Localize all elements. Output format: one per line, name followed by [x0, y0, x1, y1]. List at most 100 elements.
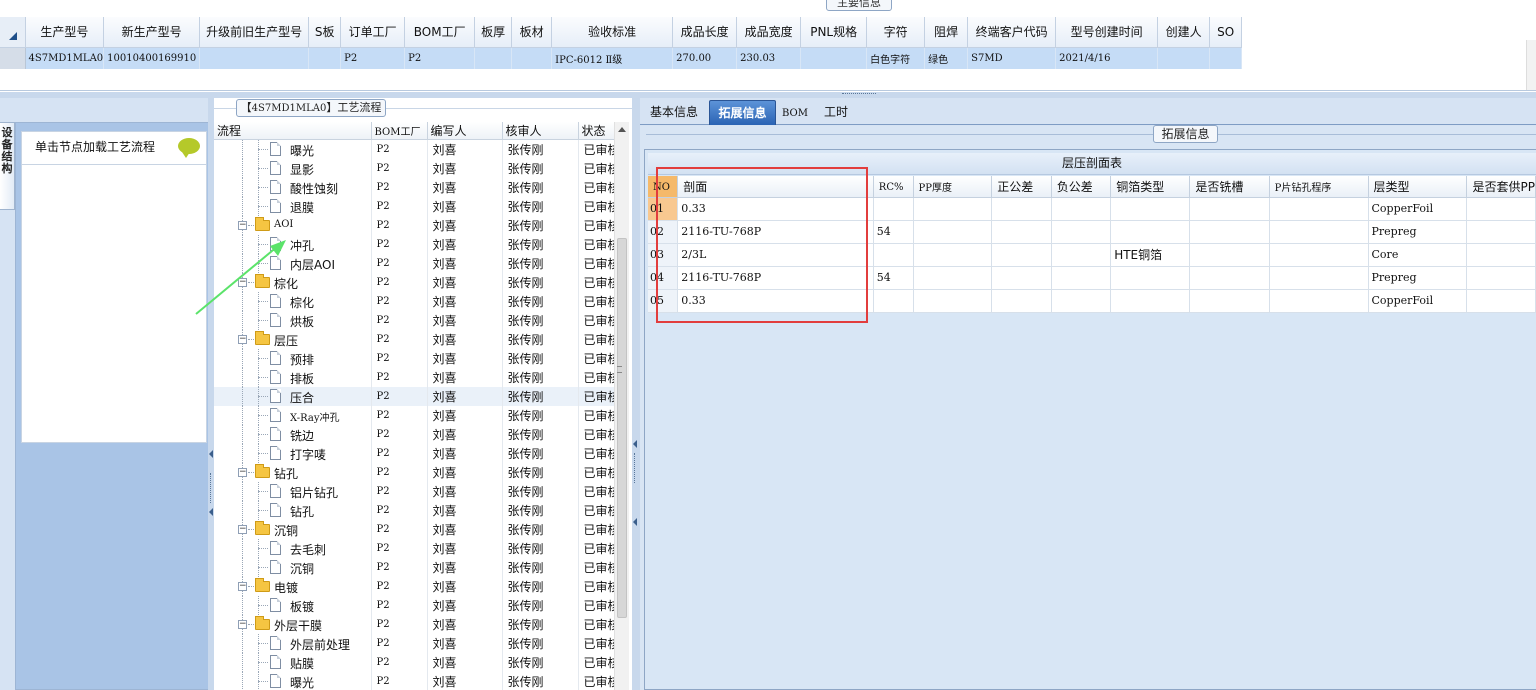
process-row[interactable]: 沉铜 P2 刘喜 张传刚 已审核 [214, 557, 621, 577]
reviewer-cell[interactable]: 张传刚 [502, 196, 579, 216]
process-tree-cell[interactable]: 酸性蚀刻 [214, 177, 372, 197]
bom-factory-cell[interactable]: P2 [371, 462, 428, 482]
process-row[interactable]: 排板 P2 刘喜 张传刚 已审核 [214, 367, 621, 387]
section-column-header[interactable]: 层类型 [1368, 176, 1468, 198]
tab-work-hours[interactable]: 工时 [818, 100, 854, 125]
process-row[interactable]: 去毛刺 P2 刘喜 张传刚 已审核 [214, 538, 621, 558]
section-cell[interactable] [1051, 289, 1112, 313]
collapse-toggle-icon[interactable]: − [238, 524, 247, 534]
process-tree-cell[interactable]: 退膜 [214, 196, 372, 216]
main-info-cell[interactable]: 2021/4/16 [1055, 47, 1159, 69]
reviewer-cell[interactable]: 张传刚 [502, 595, 579, 615]
reviewer-cell[interactable]: 张传刚 [502, 348, 579, 368]
writer-cell[interactable]: 刘喜 [427, 462, 503, 482]
bom-factory-cell[interactable]: P2 [371, 310, 428, 330]
section-cell[interactable] [1466, 289, 1536, 313]
process-tree-cell[interactable]: 曝光 [214, 671, 372, 690]
writer-cell[interactable]: 刘喜 [427, 215, 503, 235]
bom-factory-cell[interactable]: P2 [371, 215, 428, 235]
process-row[interactable]: 打字唛 P2 刘喜 张传刚 已审核 [214, 443, 621, 463]
writer-cell[interactable]: 刘喜 [427, 519, 503, 539]
right-vertical-splitter[interactable] [632, 98, 640, 690]
process-row[interactable]: 退膜 P2 刘喜 张传刚 已审核 [214, 196, 621, 216]
main-info-cell[interactable] [1209, 47, 1243, 69]
process-row[interactable]: − 钻孔 P2 刘喜 张传刚 已审核 [214, 462, 621, 482]
main-info-cell[interactable]: 230.03 [736, 47, 802, 69]
column-header[interactable]: SO [1209, 17, 1243, 48]
bom-factory-cell[interactable]: P2 [371, 253, 428, 273]
reviewer-cell[interactable]: 张传刚 [502, 576, 579, 596]
column-header[interactable]: BOM工厂 [404, 17, 476, 48]
process-tree-cell[interactable]: 沉铜 [214, 557, 372, 577]
section-cell[interactable]: Core [1368, 243, 1468, 267]
process-tree-cell[interactable]: 铣边 [214, 424, 372, 444]
writer-cell[interactable]: 刘喜 [427, 253, 503, 273]
writer-cell[interactable]: 刘喜 [427, 595, 503, 615]
section-column-header[interactable]: 是否铣槽 [1189, 176, 1270, 198]
column-header[interactable]: 板厚 [474, 17, 513, 48]
process-row[interactable]: 预排 P2 刘喜 张传刚 已审核 [214, 348, 621, 368]
reviewer-cell[interactable]: 张传刚 [502, 462, 579, 482]
process-tree-cell[interactable]: 外层前处理 [214, 633, 372, 653]
bom-factory-cell[interactable]: P2 [371, 329, 428, 349]
main-info-cell[interactable] [800, 47, 868, 69]
process-row[interactable]: 铣边 P2 刘喜 张传刚 已审核 [214, 424, 621, 444]
process-tree-cell[interactable]: − 层压 [214, 329, 372, 349]
process-row[interactable]: 曝光 P2 刘喜 张传刚 已审核 [214, 671, 621, 690]
bom-factory-cell[interactable]: P2 [371, 595, 428, 615]
process-tree-cell[interactable]: 贴膜 [214, 652, 372, 672]
scrollbar-thumb[interactable] [617, 238, 627, 618]
collapse-left-icon[interactable] [633, 518, 637, 526]
collapse-left-icon[interactable] [209, 508, 213, 516]
reviewer-cell[interactable]: 张传刚 [502, 215, 579, 235]
section-cell[interactable] [1466, 266, 1536, 290]
process-tree-cell[interactable]: 压合 [214, 386, 372, 406]
collapse-left-icon[interactable] [209, 450, 213, 458]
process-row[interactable]: 钻孔 P2 刘喜 张传刚 已审核 [214, 500, 621, 520]
section-cell[interactable] [1051, 243, 1112, 267]
process-vertical-scrollbar[interactable] [614, 122, 629, 690]
reviewer-cell[interactable]: 张传刚 [502, 253, 579, 273]
section-cell[interactable] [1269, 243, 1369, 267]
section-cell[interactable] [1269, 289, 1369, 313]
process-row[interactable]: − AOI P2 刘喜 张传刚 已审核 [214, 215, 621, 235]
section-cell[interactable]: HTE铜箔 [1110, 243, 1191, 267]
writer-cell[interactable]: 刘喜 [427, 158, 503, 178]
process-row[interactable]: 显影 P2 刘喜 张传刚 已审核 [214, 158, 621, 178]
writer-cell[interactable]: 刘喜 [427, 234, 503, 254]
main-info-cell[interactable]: 10010400169910 [103, 47, 201, 69]
reviewer-cell[interactable]: 张传刚 [502, 443, 579, 463]
reviewer-cell[interactable]: 张传刚 [502, 177, 579, 197]
writer-cell[interactable]: 刘喜 [427, 348, 503, 368]
process-row[interactable]: − 层压 P2 刘喜 张传刚 已审核 [214, 329, 621, 349]
section-cell[interactable] [1269, 220, 1369, 244]
main-info-cell[interactable] [474, 47, 513, 69]
reviewer-cell[interactable]: 张传刚 [502, 633, 579, 653]
writer-cell[interactable]: 刘喜 [427, 557, 503, 577]
process-tree-cell[interactable]: − 电镀 [214, 576, 372, 596]
bom-factory-cell[interactable]: P2 [371, 177, 428, 197]
node-tree-area[interactable] [21, 165, 207, 443]
writer-cell[interactable]: 刘喜 [427, 538, 503, 558]
process-tree-cell[interactable]: − 外层干膜 [214, 614, 372, 634]
column-header[interactable]: 创建人 [1157, 17, 1211, 48]
reviewer-cell[interactable]: 张传刚 [502, 481, 579, 501]
main-info-vertical-scrollbar[interactable] [1526, 40, 1536, 90]
process-tree-cell[interactable]: 去毛刺 [214, 538, 372, 558]
column-header-writer[interactable]: 编写人 [427, 122, 503, 140]
section-cell[interactable] [991, 197, 1052, 221]
process-row[interactable]: 酸性蚀刻 P2 刘喜 张传刚 已审核 [214, 177, 621, 197]
process-row[interactable]: − 外层干膜 P2 刘喜 张传刚 已审核 [214, 614, 621, 634]
section-cell[interactable] [1051, 197, 1112, 221]
section-column-header[interactable]: P片钻孔程序 [1269, 176, 1369, 198]
main-info-cell[interactable] [308, 47, 342, 69]
reviewer-cell[interactable]: 张传刚 [502, 405, 579, 425]
collapse-left-icon[interactable] [633, 440, 637, 448]
bom-factory-cell[interactable]: P2 [371, 158, 428, 178]
section-cell[interactable] [873, 197, 914, 221]
column-header[interactable]: S板 [308, 17, 342, 48]
writer-cell[interactable]: 刘喜 [427, 614, 503, 634]
main-info-cell[interactable]: P2 [340, 47, 406, 69]
section-column-header[interactable]: 负公差 [1051, 176, 1112, 198]
reviewer-cell[interactable]: 张传刚 [502, 310, 579, 330]
